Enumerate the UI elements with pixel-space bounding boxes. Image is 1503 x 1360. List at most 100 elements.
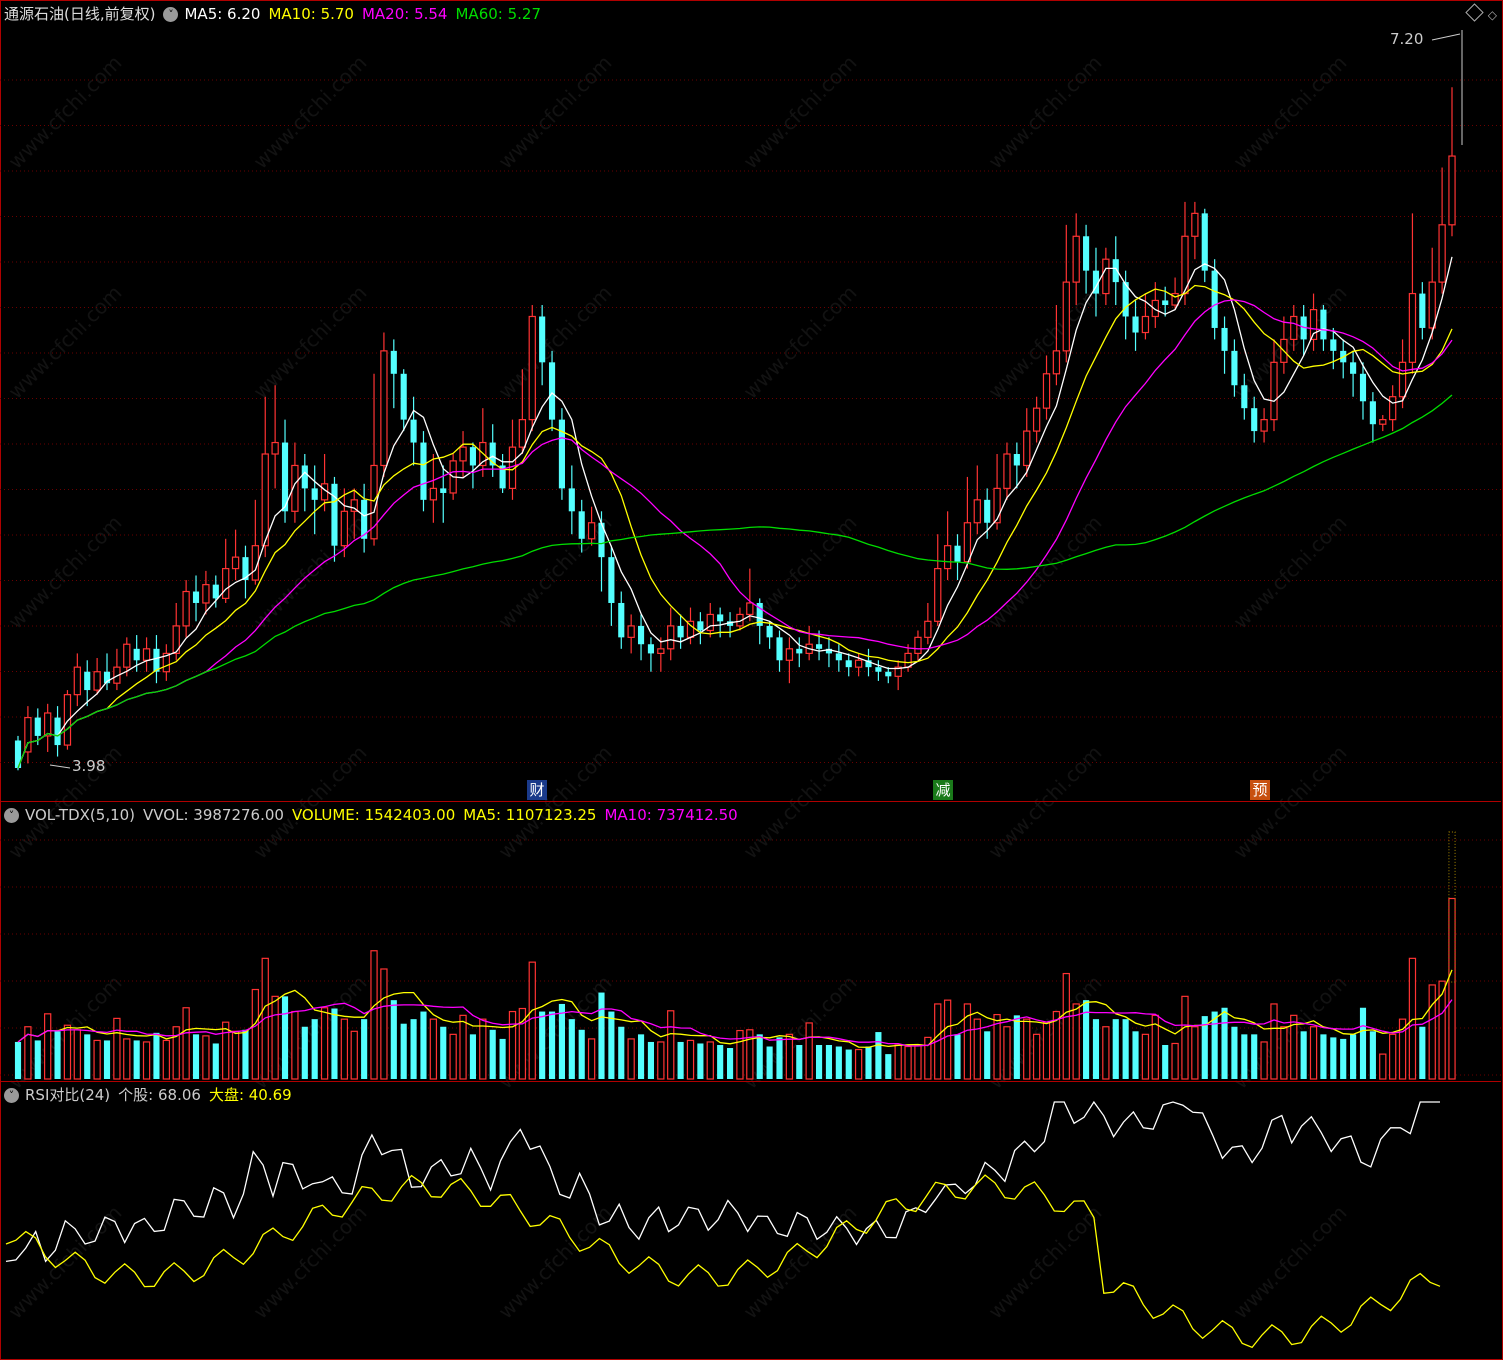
- volume-bar-up: [1181, 995, 1189, 1080]
- candle-body-down: [1221, 327, 1228, 351]
- candle-body-down: [637, 625, 645, 645]
- volume-bar-up: [1102, 1026, 1110, 1080]
- candle-body-up: [222, 568, 230, 599]
- volume-bar-down: [1132, 1031, 1139, 1079]
- volume-bar-up: [1260, 1041, 1268, 1080]
- volume-bar-up: [63, 1024, 72, 1080]
- rsi-chart[interactable]: [0, 1082, 1501, 1358]
- volume-bar-up: [657, 1041, 665, 1080]
- volume-bar-down: [637, 1034, 645, 1079]
- high-price-label: 7.20: [1390, 30, 1424, 48]
- volume-bar-up: [380, 968, 388, 1080]
- volume-bar-up: [894, 1044, 902, 1080]
- event-tag-forecast[interactable]: 预: [1250, 780, 1270, 800]
- candle-body-up: [231, 556, 240, 570]
- volume-bar-down: [954, 1034, 961, 1079]
- volume-bar-down: [776, 1037, 783, 1079]
- event-tag-reduce[interactable]: 减: [933, 780, 953, 800]
- volume-bar-down: [1350, 1034, 1357, 1079]
- volume-bar-up: [1379, 1053, 1387, 1080]
- candle-body-up: [518, 419, 527, 448]
- rsi-market-line: [5, 1174, 1441, 1349]
- volume-bar-down: [1013, 1015, 1020, 1079]
- candle-body-down: [54, 717, 61, 746]
- candle-body-down: [1369, 401, 1376, 425]
- volume-bar-down: [598, 992, 605, 1079]
- candle-body-up: [785, 648, 794, 661]
- volume-bar-up: [904, 1045, 912, 1080]
- volume-bar-down: [331, 1008, 338, 1079]
- candle-body-up: [1062, 281, 1070, 352]
- volume-bar-down: [192, 1034, 200, 1079]
- candle-body-up: [1003, 453, 1011, 489]
- candle-body-up: [340, 510, 349, 547]
- volume-bar-up: [1448, 897, 1456, 1080]
- volume-bar-down: [1419, 1026, 1426, 1079]
- candle-body-down: [1350, 362, 1357, 374]
- candle-body-down: [1162, 300, 1169, 306]
- candle-body-down: [815, 644, 823, 649]
- volume-bar-down: [469, 1034, 476, 1079]
- volume-bar-up: [459, 1014, 467, 1080]
- ma60-line: [17, 394, 1453, 769]
- volume-bar-down: [1251, 1034, 1258, 1079]
- volume-bar-up: [805, 1022, 813, 1080]
- candle-body-up: [93, 671, 101, 691]
- candle-body-up: [1448, 155, 1456, 226]
- volume-bar-up: [202, 1035, 210, 1080]
- candle-body-up: [1438, 224, 1446, 283]
- candle-body-down: [1013, 454, 1020, 466]
- volume-chart[interactable]: [0, 800, 1501, 1082]
- candle-body-down: [212, 584, 219, 599]
- volume-bar-down: [845, 1049, 852, 1079]
- candle-body-down: [578, 511, 585, 539]
- candle-body-up: [1398, 361, 1407, 398]
- volume-bar-up: [479, 1018, 487, 1080]
- candle-body-down: [647, 644, 655, 654]
- volume-bar-up: [528, 961, 536, 1080]
- volume-bar-down: [1231, 1026, 1238, 1079]
- volume-bar-down: [153, 1032, 160, 1079]
- volume-bar-down: [766, 1046, 773, 1079]
- candle-body-down: [677, 625, 684, 638]
- candle-body-down: [301, 465, 308, 489]
- price-chart[interactable]: [0, 0, 1501, 800]
- volume-bar-down: [1320, 1034, 1327, 1079]
- volume-bar-up: [1023, 1018, 1031, 1080]
- candle-body-down: [548, 362, 556, 420]
- volume-bar-down: [281, 996, 289, 1079]
- candle-body-down: [776, 637, 783, 661]
- candle-body-up: [1290, 315, 1298, 341]
- volume-bar-up: [370, 950, 378, 1080]
- volume-bar-down: [133, 1040, 140, 1079]
- volume-bar-down: [1340, 1038, 1347, 1079]
- event-tag-finance[interactable]: 财: [527, 780, 547, 800]
- candle-body-up: [1032, 407, 1041, 432]
- candle-body-up: [1379, 419, 1387, 425]
- candle-body-up: [943, 545, 952, 570]
- volume-bar-down: [677, 1041, 684, 1079]
- low-marker-arrow: [49, 764, 71, 769]
- ma5-line: [17, 256, 1453, 769]
- low-price-label: 3.98: [72, 757, 106, 775]
- candle-body-down: [1419, 293, 1426, 328]
- volume-bar-down: [568, 1019, 575, 1079]
- volume-bar-up: [182, 1007, 190, 1080]
- candle-body-up: [528, 315, 536, 421]
- candle-body-down: [697, 621, 704, 631]
- candle-body-down: [954, 545, 961, 562]
- candle-body-up: [1260, 419, 1268, 432]
- candle-body-down: [1330, 339, 1337, 351]
- high-marker-arrow: [1431, 33, 1461, 41]
- candle-body-up: [44, 712, 52, 737]
- volume-bar-up: [914, 1044, 922, 1080]
- volume-bar-down: [311, 1019, 318, 1079]
- volume-bar-down: [54, 1031, 61, 1079]
- candle-body-up: [904, 652, 912, 668]
- volume-bar-down: [618, 1026, 625, 1079]
- candle-body-down: [311, 488, 318, 500]
- volume-bar-down: [984, 1031, 991, 1079]
- volume-bar-up: [1270, 1003, 1278, 1080]
- candle-body-down: [400, 373, 407, 420]
- volume-bar-down: [1162, 1044, 1169, 1079]
